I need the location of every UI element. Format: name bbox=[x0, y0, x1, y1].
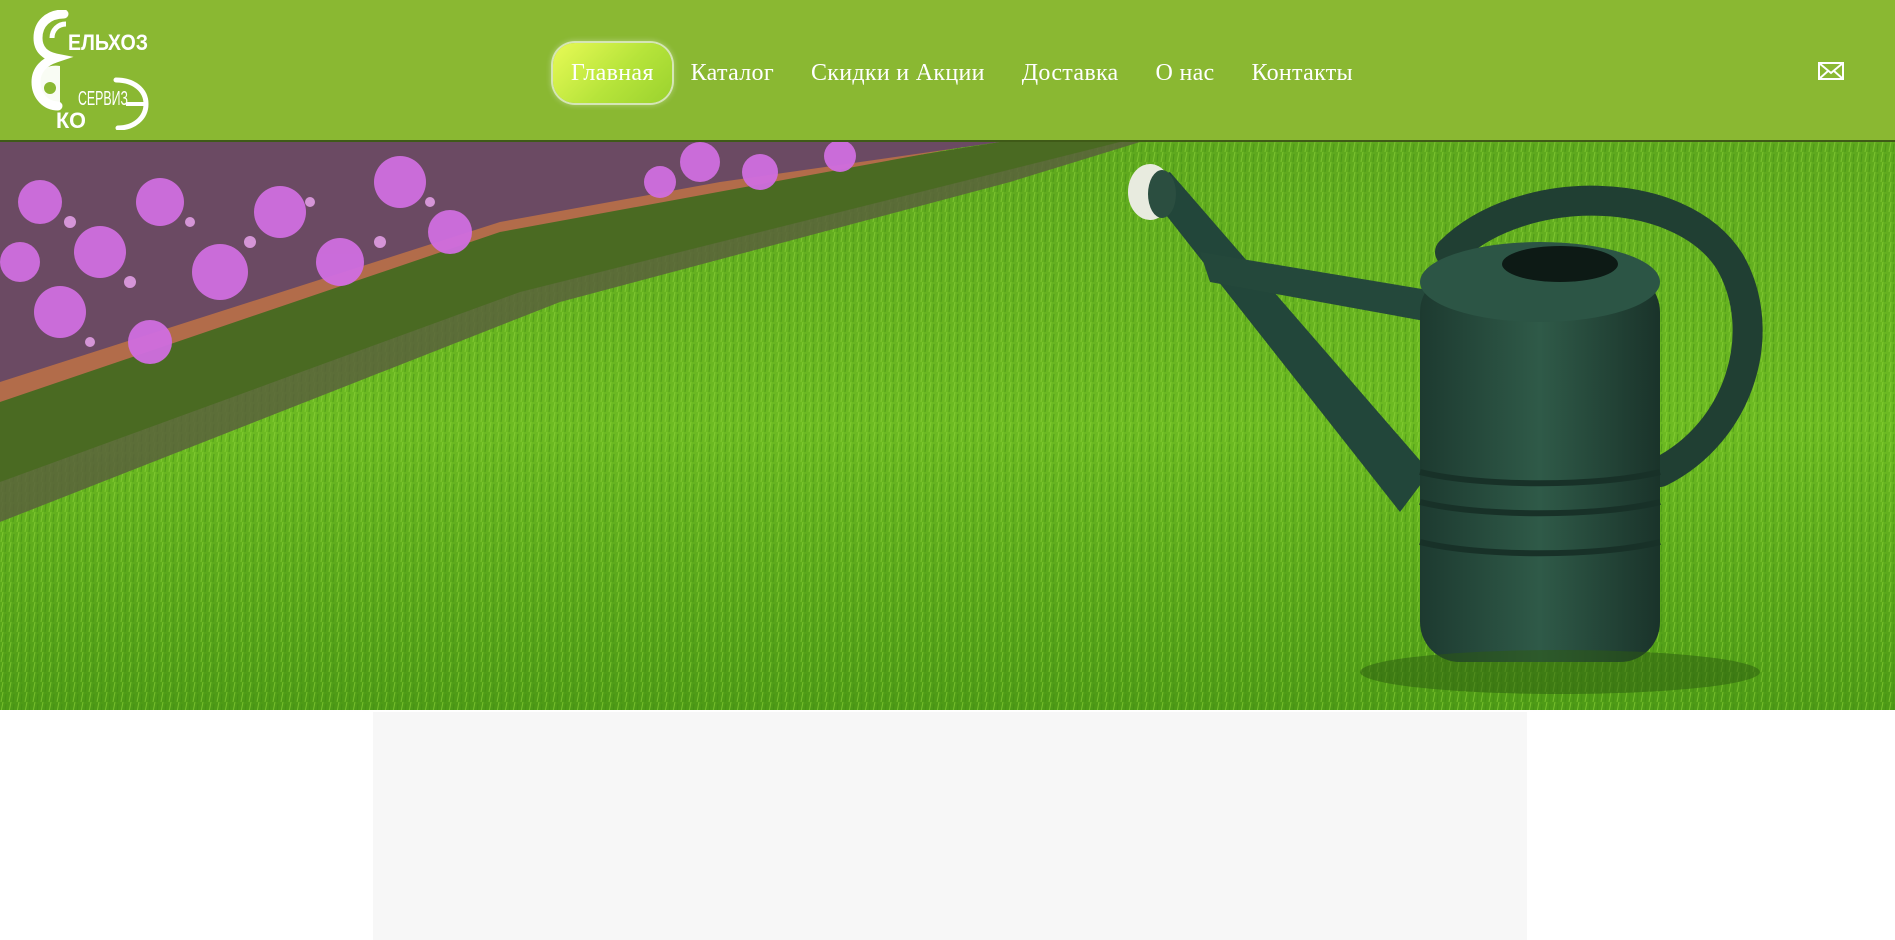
hero-banner bbox=[0, 142, 1895, 710]
logo-graphic: ЕЛЬХОЗ СЕРВИЗ КО bbox=[31, 9, 149, 133]
content-panel bbox=[373, 712, 1527, 940]
envelope-icon bbox=[1818, 62, 1844, 80]
logo-line2: СЕРВИЗ bbox=[78, 88, 128, 110]
nav-item-about[interactable]: О нас bbox=[1138, 43, 1233, 103]
site-header: ЕЛЬХОЗ СЕРВИЗ КО Главная Каталог Скидки … bbox=[0, 0, 1895, 142]
nav-item-contacts[interactable]: Контакты bbox=[1234, 43, 1371, 103]
main-nav: Главная Каталог Скидки и Акции Доставка … bbox=[553, 43, 1372, 103]
site-logo[interactable]: ЕЛЬХОЗ СЕРВИЗ КО bbox=[30, 9, 154, 133]
mail-button[interactable] bbox=[1816, 56, 1846, 86]
nav-item-catalog[interactable]: Каталог bbox=[673, 43, 792, 103]
logo-line1: ЕЛЬХОЗ bbox=[68, 30, 148, 55]
watering-can-lawn-image bbox=[0, 142, 1895, 710]
logo-small: КО bbox=[56, 108, 86, 130]
nav-item-home[interactable]: Главная bbox=[553, 43, 672, 103]
nav-item-delivery[interactable]: Доставка bbox=[1004, 43, 1137, 103]
nav-item-sales[interactable]: Скидки и Акции bbox=[793, 43, 1003, 103]
